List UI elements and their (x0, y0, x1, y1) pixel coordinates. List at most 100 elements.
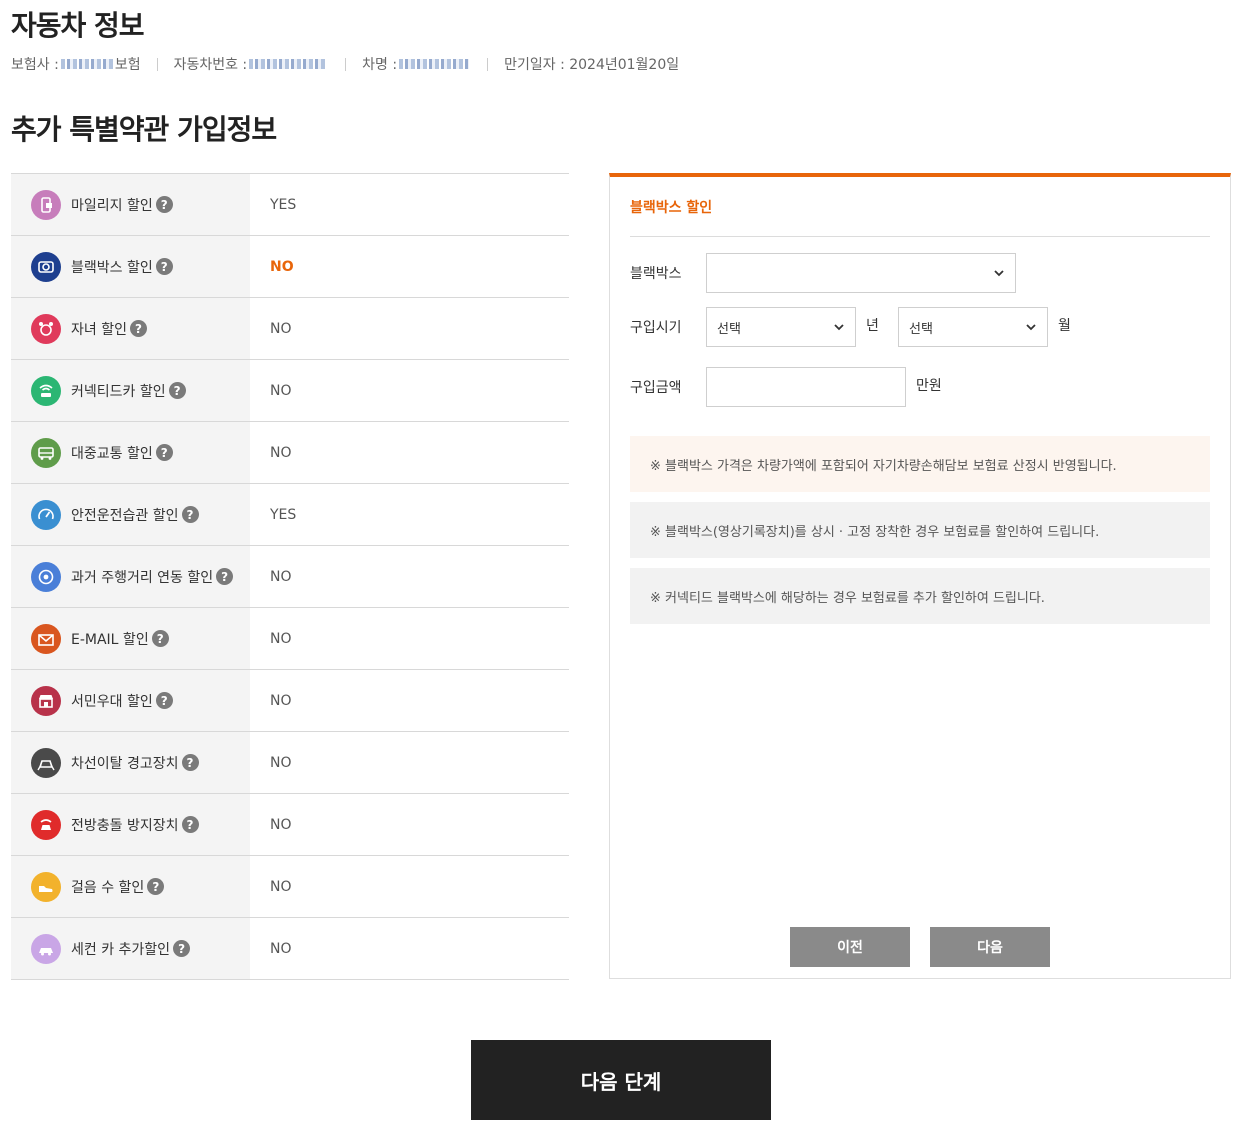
help-icon[interactable]: ? (181, 506, 199, 523)
help-icon[interactable]: ? (181, 754, 199, 771)
discount-name-cell: 서민우대 할인? (11, 670, 250, 731)
discount-value: NO (270, 692, 292, 709)
discount-row: 대중교통 할인? NO (11, 422, 569, 484)
next-step-button[interactable]: 다음 단계 (471, 1040, 771, 1120)
help-icon[interactable]: ? (216, 568, 234, 585)
help-icon[interactable]: ? (173, 940, 191, 957)
car-label: 차명 : (362, 57, 398, 73)
discount-name-cell: 과거 주행거리 연동 할인? (11, 546, 250, 607)
redacted-insurer (60, 59, 113, 69)
notice-connected: ※ 커넥티드 블랙박스에 해당하는 경우 보험료를 추가 할인하여 드립니다. (630, 568, 1210, 624)
discount-row: 마일리지 할인? YES (11, 174, 569, 236)
redacted-plate (249, 59, 328, 69)
discount-row: 서민우대 할인? NO (11, 670, 569, 732)
discount-label: 걸음 수 할인 (71, 879, 145, 896)
discount-name-cell: 커넥티드카 할인? (11, 360, 250, 421)
discount-name-cell: 자녀 할인? (11, 298, 250, 359)
price-unit: 만원 (916, 378, 942, 394)
month-unit: 월 (1058, 318, 1071, 334)
discount-name-cell: 전방충돌 방지장치? (11, 794, 250, 855)
discount-value: NO (270, 940, 292, 957)
discount-row: 자녀 할인? NO (11, 298, 569, 360)
year-select-value: 선택 (717, 321, 741, 337)
front-car-icon (31, 809, 61, 840)
discount-name-cell: 세컨 카 추가할인? (11, 918, 250, 979)
notice-fixed-install: ※ 블랙박스(영상기록장치)를 상시 · 고정 장착한 경우 보험료를 할인하여… (630, 502, 1210, 558)
discount-row: 걸음 수 할인? NO (11, 856, 569, 918)
next-button[interactable]: 다음 (930, 927, 1050, 967)
help-icon[interactable]: ? (129, 320, 147, 337)
speedometer-icon (31, 499, 61, 530)
discount-row: 세컨 카 추가할인? NO (11, 918, 569, 980)
divider (156, 57, 158, 71)
discount-row: 과거 주행거리 연동 할인? NO (11, 546, 569, 608)
plate-info: 자동차번호 : (174, 54, 330, 74)
insurer-info: 보험사 : 보험 (11, 54, 141, 74)
discount-row: 블랙박스 할인? NO (11, 236, 569, 298)
divider (630, 236, 1210, 237)
price-input[interactable] (706, 367, 906, 407)
discount-name-cell: E-MAIL 할인? (11, 608, 250, 669)
discount-label: 서민우대 할인 (71, 693, 153, 710)
purchase-time-label: 구입시기 (630, 320, 682, 336)
discount-value: YES (270, 506, 297, 523)
discount-row: 커넥티드카 할인? NO (11, 360, 569, 422)
discount-name-cell: 마일리지 할인? (11, 174, 250, 235)
prev-button[interactable]: 이전 (790, 927, 910, 967)
help-icon[interactable]: ? (181, 816, 199, 833)
wifi-car-icon (31, 375, 61, 406)
chevron-down-icon (1026, 324, 1036, 331)
divider (345, 57, 347, 71)
discount-value: YES (270, 196, 297, 213)
discount-row: 전방충돌 방지장치? NO (11, 794, 569, 856)
page-title: 자동차 정보 (11, 9, 145, 42)
discount-label: 커넥티드카 할인 (71, 383, 166, 400)
help-icon[interactable]: ? (155, 444, 173, 461)
divider (487, 57, 489, 71)
help-icon[interactable]: ? (168, 382, 186, 399)
discount-label: 세컨 카 추가할인 (71, 941, 171, 958)
month-select-value: 선택 (909, 321, 933, 337)
panel-title: 블랙박스 할인 (630, 200, 713, 216)
discount-label: E-MAIL 할인 (71, 631, 149, 648)
discount-value: NO (270, 568, 292, 585)
discount-value: NO (270, 754, 292, 771)
expiry-date: 만기일자 : 2024년01월20일 (504, 57, 680, 73)
chevron-down-icon (994, 270, 1004, 277)
discount-name-cell: 안전운전습관 할인? (11, 484, 250, 545)
help-icon[interactable]: ? (147, 878, 165, 895)
discount-name-cell: 대중교통 할인? (11, 422, 250, 483)
insurer-suffix: 보험 (114, 57, 141, 73)
discount-label: 대중교통 할인 (71, 445, 153, 462)
bus-icon (31, 437, 61, 468)
help-icon[interactable]: ? (151, 630, 169, 647)
help-icon[interactable]: ? (155, 692, 173, 709)
discount-name-cell: 차선이탈 경고장치? (11, 732, 250, 793)
child-icon (31, 313, 61, 344)
year-select[interactable]: 선택 (706, 307, 856, 347)
help-icon[interactable]: ? (155, 196, 173, 213)
year-unit: 년 (866, 318, 879, 334)
discount-label: 마일리지 할인 (71, 197, 153, 214)
discount-row: 차선이탈 경고장치? NO (11, 732, 569, 794)
discount-table: 마일리지 할인? YES 블랙박스 할인? NO 자녀 할인? NO 커넥티드카 할인? NO… (11, 173, 569, 980)
chevron-down-icon (834, 324, 844, 331)
discount-value: NO (270, 816, 292, 833)
discount-label: 차선이탈 경고장치 (71, 755, 179, 772)
redacted-car-name (399, 59, 470, 69)
discount-name-cell: 블랙박스 할인? (11, 236, 250, 297)
discount-value: NO (270, 320, 292, 337)
phone-icon (31, 189, 61, 220)
second-car-icon (31, 933, 61, 964)
lane-car-icon (31, 747, 61, 778)
insurer-label: 보험사 : (11, 57, 59, 73)
blackbox-label: 블랙박스 (630, 266, 682, 282)
blackbox-select[interactable] (706, 253, 1016, 293)
month-select[interactable]: 선택 (898, 307, 1048, 347)
discount-value: NO (270, 382, 292, 399)
discount-value: NO (270, 878, 292, 895)
help-icon[interactable]: ? (155, 258, 173, 275)
discount-value: NO (270, 444, 292, 461)
camera-icon (31, 251, 61, 282)
odometer-icon (31, 561, 61, 592)
